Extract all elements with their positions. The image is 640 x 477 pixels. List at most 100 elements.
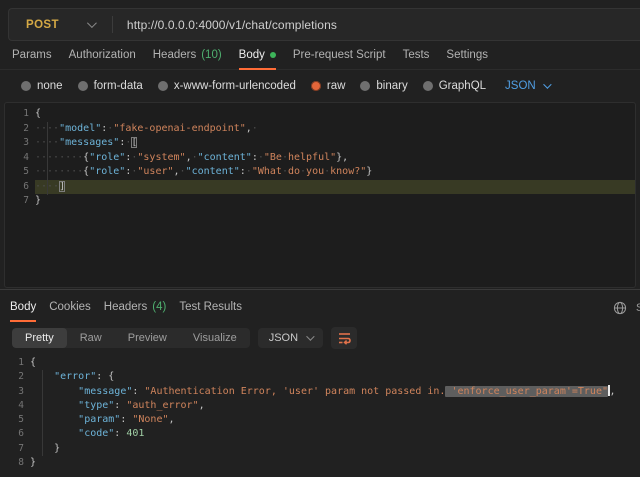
view-pretty[interactable]: Pretty xyxy=(12,328,67,348)
tab-label: Body xyxy=(239,49,265,61)
tab-settings[interactable]: Settings xyxy=(446,49,488,69)
tab-label: Tests xyxy=(403,49,430,61)
code-line-text: ····"model":·"fake-openai-endpoint",· xyxy=(35,122,635,137)
tab-pre-request-script[interactable]: Pre-request Script xyxy=(293,49,386,69)
body-language-label: JSON xyxy=(505,80,536,92)
line-number: 3 xyxy=(0,385,30,399)
view-raw[interactable]: Raw xyxy=(67,328,115,348)
body-language-select[interactable]: JSON xyxy=(505,80,549,92)
code-line: 5········{"role":·"user",·"content":·"Wh… xyxy=(5,165,635,180)
chevron-down-icon[interactable] xyxy=(87,18,97,28)
line-number: 4 xyxy=(0,399,30,413)
tab-count-badge: (4) xyxy=(152,301,166,313)
tab-label: Cookies xyxy=(49,301,91,313)
radio-label: form-data xyxy=(94,80,143,92)
url-input[interactable]: http://0.0.0.0:4000/v1/chat/completions xyxy=(113,18,337,32)
code-line: 1{ xyxy=(0,356,640,370)
radio-graphql[interactable]: GraphQL xyxy=(423,80,486,92)
response-tab-headers[interactable]: Headers (4) xyxy=(104,301,167,321)
line-number: 2 xyxy=(5,122,35,137)
request-url-bar: POST http://0.0.0.0:4000/v1/chat/complet… xyxy=(8,8,640,41)
code-line-text: ········{"role":·"user",·"content":·"Wha… xyxy=(35,165,635,180)
line-number: 3 xyxy=(5,136,35,151)
radio-circle-icon xyxy=(158,81,168,91)
method-selector[interactable]: POST xyxy=(9,19,59,31)
tab-label: Authorization xyxy=(69,49,136,61)
view-switcher: PrettyRawPreviewVisualize xyxy=(12,328,250,348)
radio-raw[interactable]: raw xyxy=(311,80,346,92)
tab-label: Headers xyxy=(153,49,196,61)
radio-circle-icon xyxy=(311,81,321,91)
tab-params[interactable]: Params xyxy=(12,49,52,69)
radio-circle-icon xyxy=(360,81,370,91)
line-number: 1 xyxy=(0,356,30,370)
body-type-options: none form-data x-www-form-urlencoded raw bin… xyxy=(0,70,640,101)
code-line-text: "error": { xyxy=(30,370,640,384)
code-line: 2 "error": { xyxy=(0,370,640,384)
radio-none[interactable]: none xyxy=(21,80,63,92)
radio-x-www-form-urlencoded[interactable]: x-www-form-urlencoded xyxy=(158,80,296,92)
response-language-select[interactable]: JSON xyxy=(258,328,323,348)
code-line-text: "type": "auth_error", xyxy=(30,399,640,413)
radio-label: x-www-form-urlencoded xyxy=(174,80,296,92)
code-line-text: } xyxy=(35,194,635,209)
code-line: 3····"messages":·[ xyxy=(5,136,635,151)
wrap-text-button[interactable] xyxy=(331,327,357,349)
tab-label: Headers xyxy=(104,301,147,313)
tab-tests[interactable]: Tests xyxy=(403,49,430,69)
line-number: 2 xyxy=(0,370,30,384)
selected-text: 'enforce_user_param'=True" xyxy=(445,386,608,397)
tab-headers[interactable]: Headers(10) xyxy=(153,49,222,69)
radio-label: raw xyxy=(327,80,346,92)
request-body-editor[interactable]: 1{2····"model":·"fake-openai-endpoint",·… xyxy=(4,102,636,288)
indent-guide xyxy=(47,122,48,195)
code-line: 8} xyxy=(0,456,640,470)
tab-label: Body xyxy=(10,301,36,313)
code-line-text: ····] xyxy=(35,180,635,195)
wrap-text-icon xyxy=(337,331,352,345)
tab-authorization[interactable]: Authorization xyxy=(69,49,136,69)
radio-form-data[interactable]: form-data xyxy=(78,80,143,92)
code-line-text: { xyxy=(35,107,635,122)
body-tab-dot xyxy=(270,52,276,58)
code-line: 6 "code": 401 xyxy=(0,427,640,441)
code-line-text: "param": "None", xyxy=(30,413,640,427)
code-line-text: { xyxy=(30,356,640,370)
line-number: 6 xyxy=(0,427,30,441)
radio-label: binary xyxy=(376,80,407,92)
line-number: 5 xyxy=(0,413,30,427)
code-line: 3 "message": "Authentication Error, 'use… xyxy=(0,385,640,399)
tab-body[interactable]: Body xyxy=(239,49,276,70)
line-number: 4 xyxy=(5,151,35,166)
response-toolbar: PrettyRawPreviewVisualize JSON xyxy=(12,326,640,349)
line-number: 8 xyxy=(0,456,30,470)
response-language-label: JSON xyxy=(269,332,298,344)
chevron-down-icon xyxy=(543,80,551,88)
radio-circle-icon xyxy=(21,81,31,91)
line-number: 7 xyxy=(0,442,30,456)
view-visualize[interactable]: Visualize xyxy=(180,328,250,348)
response-tab-cookies[interactable]: Cookies xyxy=(49,301,91,321)
view-preview[interactable]: Preview xyxy=(115,328,180,348)
response-tabs: BodyCookiesHeaders(4)Test Results S xyxy=(0,290,640,321)
response-body-editor[interactable]: 1{2 "error": {3 "message": "Authenticati… xyxy=(0,349,640,468)
code-line: 4 "type": "auth_error", xyxy=(0,399,640,413)
globe-icon[interactable] xyxy=(613,301,627,315)
code-line: 7} xyxy=(5,194,635,209)
code-line-text: "code": 401 xyxy=(30,427,640,441)
chevron-down-icon xyxy=(306,332,314,340)
code-line: 5 "param": "None", xyxy=(0,413,640,427)
radio-circle-icon xyxy=(423,81,433,91)
request-tabs: Params Authorization Headers(10) Body Pre-re… xyxy=(0,41,640,70)
response-tab-test-results[interactable]: Test Results xyxy=(179,301,242,321)
code-line: 2····"model":·"fake-openai-endpoint",· xyxy=(5,122,635,137)
code-line-text: ········{"role":·"system",·"content":·"B… xyxy=(35,151,635,166)
code-line: 1{ xyxy=(5,107,635,122)
response-tab-body[interactable]: Body xyxy=(10,301,36,322)
line-number: 7 xyxy=(5,194,35,209)
radio-label: GraphQL xyxy=(439,80,486,92)
code-line-text: ····"messages":·[ xyxy=(35,136,635,151)
tab-label: Settings xyxy=(446,49,488,61)
radio-binary[interactable]: binary xyxy=(360,80,407,92)
tab-label: Test Results xyxy=(179,301,242,313)
